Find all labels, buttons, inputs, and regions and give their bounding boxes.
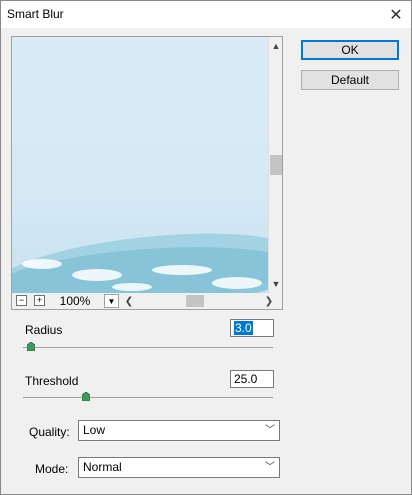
quality-value: Low [83, 423, 106, 437]
preview-image[interactable] [12, 37, 268, 293]
horizontal-scrollbar[interactable]: ❮ ❯ [122, 294, 273, 308]
foam-shape [72, 269, 122, 281]
chevron-down-icon: ﹀ [265, 462, 275, 473]
mode-select[interactable]: Normal ﹀ [78, 457, 280, 478]
smart-blur-dialog: Smart Blur ✕ ▲ ▼ − + 100% ▼ ❮ ❯ OK Defau… [0, 0, 412, 495]
radius-input[interactable]: 3.0 [230, 319, 274, 337]
threshold-slider-track[interactable] [23, 397, 273, 398]
radius-label: Radius [25, 323, 63, 337]
radius-slider-track[interactable] [23, 347, 273, 348]
scroll-left-icon[interactable]: ❮ [122, 294, 136, 308]
mode-value: Normal [83, 460, 122, 474]
foam-shape [212, 277, 262, 289]
zoom-in-icon[interactable]: + [34, 295, 45, 306]
threshold-label: Threshold [25, 374, 79, 388]
radius-slider-thumb[interactable] [27, 342, 35, 351]
default-button[interactable]: Default [301, 70, 399, 90]
close-icon[interactable]: ✕ [381, 1, 411, 28]
quality-label: Quality: [29, 425, 70, 439]
zoom-level[interactable]: 100% [52, 294, 98, 308]
foam-shape [112, 283, 152, 291]
scroll-right-icon[interactable]: ❯ [262, 294, 276, 308]
chevron-down-icon: ﹀ [265, 425, 275, 436]
preview-zoom-bar: − + 100% ▼ ❮ ❯ [12, 293, 282, 309]
mode-label: Mode: [35, 462, 69, 476]
window-title: Smart Blur [7, 7, 64, 21]
ok-button[interactable]: OK [301, 40, 399, 60]
foam-shape [152, 265, 212, 275]
threshold-input[interactable]: 25.0 [230, 370, 274, 388]
title-bar[interactable]: Smart Blur ✕ [1, 1, 411, 28]
vertical-scrollbar[interactable]: ▲ ▼ [268, 37, 282, 293]
vertical-scroll-thumb[interactable] [270, 155, 282, 175]
zoom-out-icon[interactable]: − [16, 295, 27, 306]
scroll-up-icon[interactable]: ▲ [269, 39, 283, 53]
scroll-down-icon[interactable]: ▼ [269, 277, 283, 291]
threshold-slider-thumb[interactable] [82, 392, 90, 401]
preview-panel: ▲ ▼ − + 100% ▼ ❮ ❯ [11, 36, 283, 310]
zoom-dropdown-icon[interactable]: ▼ [104, 294, 119, 308]
radius-value: 3.0 [234, 321, 253, 335]
quality-select[interactable]: Low ﹀ [78, 420, 280, 441]
foam-shape [22, 259, 62, 269]
horizontal-scroll-thumb[interactable] [186, 295, 204, 307]
